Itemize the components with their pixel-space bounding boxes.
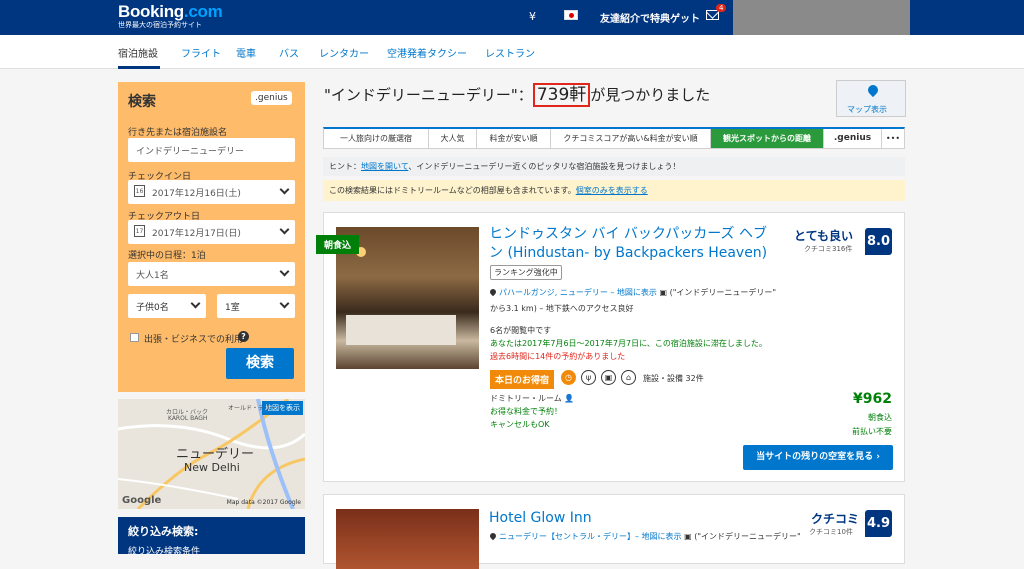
breakfast-badge: 朝食込 bbox=[316, 235, 360, 254]
recent-bookings: 過去6時間に14件の予約がありました bbox=[490, 352, 626, 361]
genius-tag: .genius bbox=[251, 91, 292, 105]
dorm-notice: この検索結果にはドミトリールームなどの相部屋も含まれています。個室のみを表示する bbox=[323, 180, 905, 201]
invite-friends-link[interactable]: 友達紹介で特典ゲット bbox=[600, 10, 700, 25]
search-title: 検索 bbox=[128, 94, 156, 110]
sort-more[interactable]: ••• bbox=[882, 129, 904, 148]
chevron-down-icon bbox=[279, 184, 290, 195]
facilities-count[interactable]: 施設・設備 32件 bbox=[643, 373, 704, 384]
chevron-down-icon bbox=[279, 224, 290, 235]
checkin-date-select[interactable]: 16 2017年12月16日(土) bbox=[128, 180, 295, 204]
business-trip-checkbox[interactable] bbox=[130, 333, 139, 342]
location-pin-icon bbox=[488, 531, 498, 541]
map-attribution: Map data ©2017 Google bbox=[226, 499, 301, 506]
deal-note: お得な料金で予約！ bbox=[490, 407, 562, 416]
search-button[interactable]: 検索 bbox=[226, 348, 294, 379]
google-logo: Google bbox=[122, 495, 162, 506]
restaurant-icon: ψ bbox=[581, 370, 596, 385]
filter-panel: 絞り込み検索: 絞り込み検索条件 bbox=[118, 517, 305, 557]
room-type: ドミトリー・ルーム 👤 bbox=[490, 394, 575, 403]
chevron-down-icon bbox=[279, 266, 290, 277]
show-on-map-link[interactable]: ニューデリー【セントラル・デリー】– 地図に表示 bbox=[499, 532, 682, 541]
map-city-label-en: New Delhi bbox=[184, 461, 240, 474]
destination-input[interactable]: インドデリーニューデリー bbox=[128, 138, 295, 162]
hotel-location: パハールガンジ, ニューデリー – 地図に表示 ▣ ("インドデリーニューデリー… bbox=[488, 287, 777, 313]
checkout-date-select[interactable]: 17 2017年12月17日(日) bbox=[128, 220, 295, 244]
user-account-area[interactable] bbox=[733, 0, 910, 35]
sort-popular[interactable]: 大人気 bbox=[429, 129, 477, 148]
sort-score-price[interactable]: クチコミスコアが高い&料金が安い順 bbox=[551, 129, 711, 148]
sort-solo[interactable]: 一人旅向けの厳選宿 bbox=[324, 129, 429, 148]
private-rooms-link[interactable]: 個室のみを表示する bbox=[576, 186, 648, 195]
logo-tagline: 世界最大の宿泊予約サイト bbox=[118, 21, 202, 29]
calendar-icon: 17 bbox=[134, 225, 145, 237]
nights-summary: 選択中の日程：1泊 bbox=[128, 251, 206, 261]
mail-badge: 4 bbox=[716, 4, 727, 12]
viewing-count: 6名が閲覧中です bbox=[490, 326, 552, 335]
filter-title: 絞り込み検索: bbox=[128, 525, 199, 538]
hotel-card: 朝食込 ヒンドゥスタン バイ バックパッカーズ ヘブン (Hindustan- … bbox=[316, 212, 905, 482]
nav-restaurants[interactable]: レストラン bbox=[485, 45, 535, 60]
cancellation-note: キャンセルもOK bbox=[490, 420, 550, 429]
todays-deal-badge: 本日のお得宿 bbox=[490, 370, 555, 389]
results-count: 739軒 bbox=[532, 83, 591, 107]
main-nav: 宿泊施設 フライト 電車 バス レンタカー 空港発着タクシー レストラン bbox=[0, 35, 1024, 69]
see-availability-button[interactable]: 当サイトの残りの空室を見る › bbox=[743, 445, 893, 470]
sort-bar: 一人旅向けの厳選宿 大人気 料金が安い順 クチコミスコアが高い&料金が安い順 観… bbox=[323, 127, 905, 149]
adults-select[interactable]: 大人1名 bbox=[128, 262, 295, 286]
currency-selector[interactable]: ¥ bbox=[529, 10, 536, 23]
language-flag-icon[interactable] bbox=[564, 10, 578, 20]
past-stay-note: あなたは2017年7月6日～2017年7月7日に、この宿泊施設に滞在しました。 bbox=[490, 339, 767, 348]
chevron-down-icon bbox=[279, 298, 290, 309]
ranking-tag: ランキング強化中 bbox=[490, 265, 562, 280]
rating-label: クチコミ bbox=[811, 512, 860, 526]
no-prepayment-note: 前払い不要 bbox=[852, 427, 892, 436]
chevron-down-icon bbox=[190, 298, 201, 309]
bar-icon: ⌂ bbox=[621, 370, 636, 385]
review-score: 4.9 bbox=[865, 510, 892, 537]
hotel-photo[interactable] bbox=[336, 509, 479, 569]
calendar-icon: 16 bbox=[134, 185, 145, 197]
nav-active-indicator bbox=[118, 66, 160, 69]
children-select[interactable]: 子供0名 bbox=[128, 294, 206, 318]
price: ¥962 bbox=[853, 391, 892, 407]
nav-stays[interactable]: 宿泊施設 bbox=[118, 45, 158, 60]
lock-icon: ▣ bbox=[601, 370, 616, 385]
search-panel: 検索 .genius 行き先または宿泊施設名 インドデリーニューデリー チェック… bbox=[118, 82, 305, 392]
clock-icon: ◷ bbox=[561, 370, 576, 385]
hint-bar: ヒント：地図を開いて、インドデリーニューデリー近くのピッタリな宿泊施設を見つけま… bbox=[323, 157, 905, 176]
map-thumbnail[interactable]: 地図を表示 カロル・バック KAROL BAGH オールド・デリー ニューデリー… bbox=[118, 399, 305, 509]
review-count[interactable]: クチコミ316件 bbox=[804, 244, 852, 254]
price-breakfast-note: 朝食込 bbox=[868, 413, 892, 422]
location-pin-icon bbox=[488, 287, 498, 297]
results-heading: "インドデリーニューデリー"： 739軒 が見つかりました bbox=[324, 83, 711, 107]
sort-distance[interactable]: 観光スポットからの距離 bbox=[711, 129, 824, 148]
nav-flights[interactable]: フライト bbox=[181, 45, 221, 60]
review-score: 8.0 bbox=[865, 228, 892, 255]
rating-label: とても良い bbox=[794, 229, 854, 243]
sort-genius[interactable]: .genius bbox=[824, 129, 882, 148]
mail-icon[interactable] bbox=[706, 10, 719, 20]
hotel-location: ニューデリー【セントラル・デリー】– 地図に表示 ▣ ("インドデリーニューデリ… bbox=[488, 531, 801, 542]
map-pin-icon bbox=[865, 82, 881, 98]
nav-airport-taxi[interactable]: 空港発着タクシー bbox=[387, 45, 467, 60]
open-map-link[interactable]: 地図を開いて bbox=[361, 162, 408, 171]
map-view-button[interactable]: マップ表示 bbox=[836, 80, 906, 117]
review-count[interactable]: クチコミ10件 bbox=[809, 527, 853, 537]
nav-trains[interactable]: 電車 bbox=[236, 45, 256, 60]
hotel-name-link[interactable]: Hotel Glow Inn bbox=[489, 510, 592, 526]
destination-label: 行き先または宿泊施設名 bbox=[128, 128, 228, 138]
show-on-map-link[interactable]: パハールガンジ, ニューデリー – 地図に表示 bbox=[499, 288, 657, 297]
top-bar: Booking.com 世界最大の宿泊予約サイト ¥ 友達紹介で特典ゲット 4 bbox=[0, 0, 1024, 35]
business-trip-label[interactable]: 出張・ビジネスでの利用 bbox=[144, 332, 243, 345]
map-city-label: ニューデリー bbox=[176, 447, 255, 462]
rooms-select[interactable]: 1室 bbox=[217, 294, 295, 318]
booking-logo[interactable]: Booking.com bbox=[118, 2, 223, 22]
nav-bus[interactable]: バス bbox=[279, 45, 299, 60]
hotel-name-link[interactable]: ヒンドゥスタン バイ バックパッカーズ ヘブン (Hindustan- by B… bbox=[489, 225, 779, 263]
help-icon[interactable]: ? bbox=[238, 331, 249, 342]
sort-price[interactable]: 料金が安い順 bbox=[477, 129, 551, 148]
nav-car-rental[interactable]: レンタカー bbox=[319, 45, 369, 60]
filter-subtitle: 絞り込み検索条件 bbox=[128, 547, 201, 557]
